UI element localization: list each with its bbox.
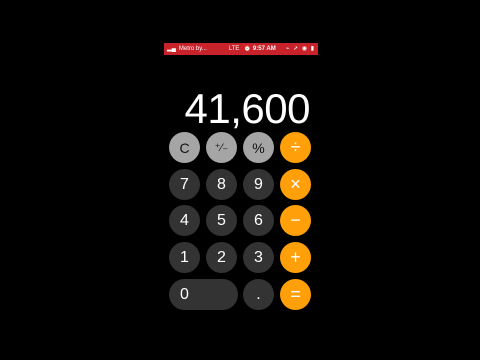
carrier-name: Metro by...: [178, 46, 207, 52]
digit-9-button[interactable]: 9: [243, 169, 274, 200]
digit-4-button[interactable]: 4: [169, 205, 200, 236]
plus-button[interactable]: +: [280, 242, 311, 273]
equals-button[interactable]: =: [280, 279, 311, 310]
digit-2-button[interactable]: 2: [206, 242, 237, 273]
digit-0-button[interactable]: 0: [169, 279, 238, 310]
network-type: LTE: [228, 46, 240, 52]
percent-button[interactable]: %: [243, 132, 274, 163]
digit-8-button[interactable]: 8: [206, 169, 237, 200]
digit-1-button[interactable]: 1: [169, 242, 200, 273]
digit-7-button[interactable]: 7: [169, 169, 200, 200]
calculator-app: ▂▄ Metro by... LTE ⏰ 9:57 AM ⌁ ➚ ◉ ▮ 41,…: [164, 43, 318, 360]
clear-button[interactable]: C: [169, 132, 200, 163]
alarm-icon: ⏰: [243, 46, 251, 52]
status-time: 9:57 AM: [252, 46, 276, 52]
divide-button[interactable]: ÷: [280, 132, 311, 163]
minus-button[interactable]: −: [280, 205, 311, 236]
digit-5-button[interactable]: 5: [206, 205, 237, 236]
decimal-button[interactable]: .: [243, 279, 274, 310]
plus-minus-button[interactable]: ⁺⁄₋: [206, 132, 237, 163]
signal-bars-icon: ▂▄: [167, 46, 176, 52]
status-bar: ▂▄ Metro by... LTE ⏰ 9:57 AM ⌁ ➚ ◉ ▮: [164, 43, 318, 55]
digit-6-button[interactable]: 6: [243, 205, 274, 236]
multiply-button[interactable]: ×: [280, 169, 311, 200]
digit-3-button[interactable]: 3: [243, 242, 274, 273]
result-display: 41,600: [184, 85, 311, 132]
status-icons: ⌁ ➚ ◉ ▮: [285, 46, 315, 52]
